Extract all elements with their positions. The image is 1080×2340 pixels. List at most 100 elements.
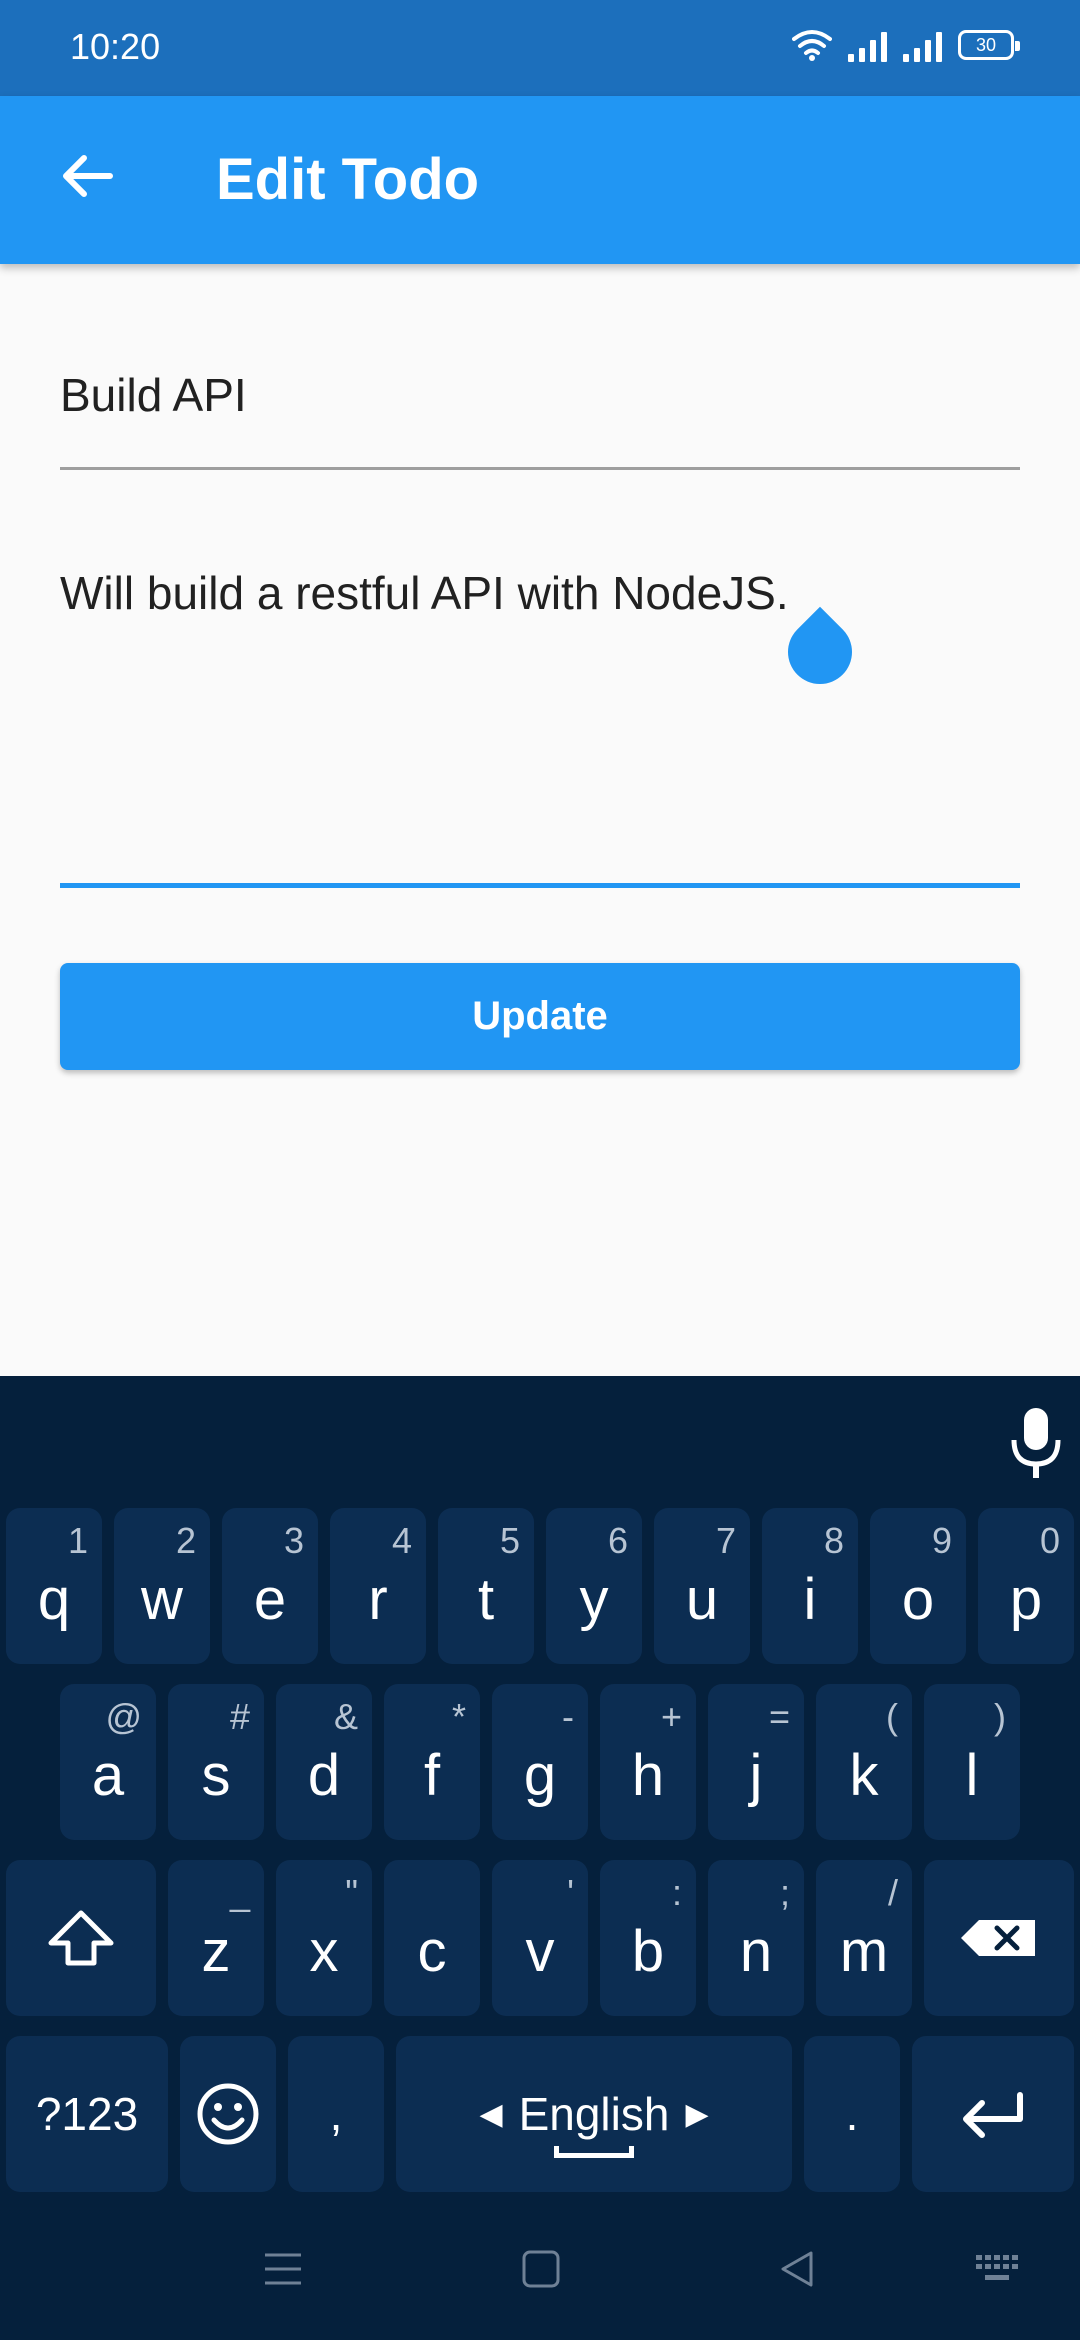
key-n[interactable]: ; n: [708, 1860, 804, 2016]
battery-icon: 30: [958, 30, 1020, 60]
key-r[interactable]: 4r: [330, 1508, 426, 1664]
key-label: l: [965, 1743, 979, 1808]
key-alt: *: [451, 1696, 466, 1737]
key-t[interactable]: 5t: [438, 1508, 534, 1664]
key-s[interactable]: # s: [168, 1684, 264, 1840]
signal-icon-2: [903, 28, 942, 62]
key-alt: &: [333, 1696, 358, 1737]
key-alt: 9: [931, 1520, 952, 1561]
key-label: q: [37, 1567, 71, 1632]
key-alt: 1: [67, 1520, 88, 1561]
key-x[interactable]: " x: [276, 1860, 372, 2016]
key-b[interactable]: :b: [600, 1860, 696, 2016]
key-v[interactable]: ' v: [492, 1860, 588, 2016]
update-button[interactable]: Update: [60, 963, 1020, 1070]
key-alt: 4: [391, 1520, 412, 1561]
key-a[interactable]: @ a: [60, 1684, 156, 1840]
key-alt: @: [105, 1696, 142, 1737]
keyboard-toolbar: [0, 1376, 1080, 1502]
wifi-icon: [792, 30, 832, 61]
key-label: f: [423, 1743, 441, 1808]
key-label: m: [839, 1919, 889, 1984]
comma-key[interactable]: ,: [288, 2036, 384, 2192]
key-w[interactable]: 2w: [114, 1508, 210, 1664]
keyboard-switch-button[interactable]: [964, 2234, 1034, 2304]
key-q[interactable]: 1q: [6, 1508, 102, 1664]
key-label: j: [749, 1743, 763, 1808]
key-label: z: [201, 1919, 231, 1984]
home-nav-button[interactable]: [506, 2234, 576, 2304]
key-e[interactable]: 3e: [222, 1508, 318, 1664]
microphone-button[interactable]: [1006, 1404, 1066, 1484]
space-bar-icon: [554, 2146, 634, 2158]
space-key[interactable]: ◀ English ▶: [396, 2036, 792, 2192]
key-alt: 5: [499, 1520, 520, 1561]
key-label: p: [1009, 1567, 1043, 1632]
key-label: r: [368, 1567, 388, 1632]
key-label: a: [91, 1743, 125, 1808]
key-alt: #: [229, 1696, 250, 1737]
key-alt: 2: [175, 1520, 196, 1561]
back-nav-button[interactable]: [762, 2234, 832, 2304]
enter-key[interactable]: [912, 2036, 1074, 2192]
text-cursor-handle[interactable]: [774, 606, 866, 698]
microphone-icon: [1011, 1408, 1061, 1478]
page-title: Edit Todo: [216, 147, 480, 212]
description-input[interactable]: Will build a restful API with NodeJS.: [60, 530, 1020, 888]
key-label: c: [417, 1919, 447, 1984]
key-label: s: [201, 1743, 231, 1808]
shift-key[interactable]: [6, 1860, 156, 2016]
key-alt: _: [229, 1872, 250, 1913]
key-d[interactable]: & d: [276, 1684, 372, 1840]
system-nav-bar: [0, 2198, 1080, 2340]
key-i[interactable]: 8i: [762, 1508, 858, 1664]
key-y[interactable]: 6y: [546, 1508, 642, 1664]
key-alt: +: [660, 1696, 682, 1737]
symbols-key-label: ?123: [35, 2088, 139, 2140]
key-label: e: [253, 1567, 287, 1632]
key-alt: 6: [607, 1520, 628, 1561]
key-f[interactable]: * f: [384, 1684, 480, 1840]
key-label: u: [685, 1567, 719, 1632]
app-bar: Edit Todo: [0, 96, 1080, 264]
key-alt: :: [671, 1872, 682, 1913]
key-alt: ": [345, 1872, 358, 1913]
key-alt: ': [567, 1872, 574, 1913]
enter-icon: [963, 2092, 1023, 2138]
key-label: t: [477, 1567, 495, 1632]
battery-level: 30: [975, 34, 997, 55]
keyboard-icon: [976, 2255, 1018, 2280]
period-key[interactable]: .: [804, 2036, 900, 2192]
key-label: y: [579, 1567, 609, 1632]
description-input-value: Will build a restful API with NodeJS.: [60, 567, 789, 619]
key-j[interactable]: = j: [708, 1684, 804, 1840]
key-k[interactable]: (k: [816, 1684, 912, 1840]
key-c[interactable]: c: [384, 1860, 480, 2016]
backspace-icon: [961, 1920, 1035, 1956]
key-alt: ;: [779, 1872, 790, 1913]
title-input[interactable]: Build API: [60, 330, 1020, 470]
key-label: o: [901, 1567, 935, 1632]
menu-nav-button[interactable]: [248, 2234, 318, 2304]
key-alt: (: [886, 1696, 898, 1737]
key-alt: ): [994, 1696, 1006, 1737]
back-triangle-icon: [781, 2251, 813, 2287]
backspace-key[interactable]: [924, 1860, 1074, 2016]
smiley-icon: [197, 2083, 259, 2145]
key-z[interactable]: _ z: [168, 1860, 264, 2016]
key-g[interactable]: -g: [492, 1684, 588, 1840]
key-o[interactable]: 9o: [870, 1508, 966, 1664]
key-h[interactable]: + h: [600, 1684, 696, 1840]
key-alt: -: [562, 1696, 574, 1737]
period-key-label: .: [845, 2088, 859, 2140]
symbols-key[interactable]: ?123: [6, 2036, 168, 2192]
status-time: 10:20: [70, 26, 161, 67]
key-u[interactable]: 7u: [654, 1508, 750, 1664]
back-button[interactable]: [46, 136, 126, 216]
key-m[interactable]: / m: [816, 1860, 912, 2016]
shift-icon: [48, 1910, 114, 1966]
key-p[interactable]: 0p: [978, 1508, 1074, 1664]
emoji-key[interactable]: [180, 2036, 276, 2192]
home-square-icon: [522, 2250, 560, 2288]
key-l[interactable]: ) l: [924, 1684, 1020, 1840]
